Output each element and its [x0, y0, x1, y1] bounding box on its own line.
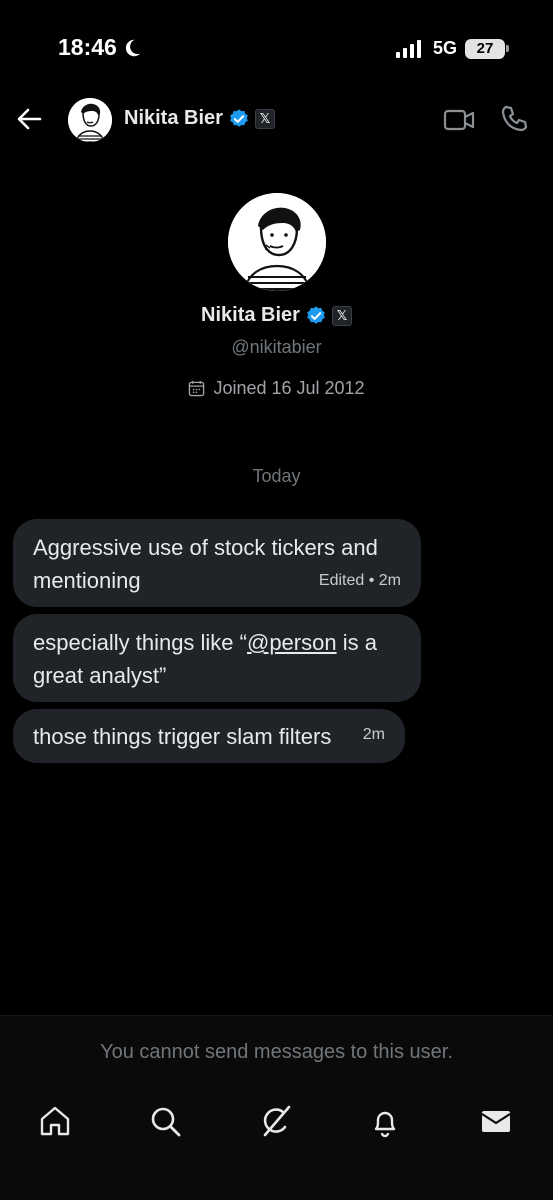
profile-avatar[interactable]: [227, 193, 326, 291]
mention-link[interactable]: @person: [247, 630, 337, 655]
profile-summary: Nikita Bier 𝕏 @nikitabier Joined 16 Jul …: [0, 193, 553, 399]
voice-call-button[interactable]: [500, 104, 528, 134]
status-bar: 18:46 5G 27: [0, 0, 553, 96]
envelope-icon[interactable]: [478, 1103, 514, 1139]
header-name-row[interactable]: Nikita Bier 𝕏: [124, 107, 275, 130]
x-affiliation-badge: 𝕏: [254, 108, 275, 129]
message-text-before: especially things like “: [33, 630, 247, 655]
message-text: those things trigger slam filters: [33, 724, 332, 749]
status-indicators: 5G 27: [395, 38, 509, 59]
bottom-navigation: [0, 1087, 553, 1200]
joined-label: Joined 16 Jul 2012: [213, 378, 365, 398]
battery-icon: 27: [465, 38, 509, 59]
bell-icon[interactable]: [367, 1103, 403, 1139]
clock-label: 18:46: [58, 34, 117, 60]
profile-name: Nikita Bier: [201, 304, 300, 326]
avatar-illustration: [227, 193, 326, 291]
conversation-header: Nikita Bier 𝕏: [0, 90, 553, 150]
message-meta: 2m: [362, 726, 385, 743]
header-name: Nikita Bier: [124, 107, 223, 129]
message-bubble[interactable]: those things trigger slam filters 2m: [13, 709, 405, 763]
avatar-illustration: [68, 98, 112, 142]
message-text: especially things like “@person is a gre…: [33, 630, 377, 688]
search-icon[interactable]: [147, 1103, 183, 1139]
battery-tip: [506, 45, 509, 52]
composer-disabled-notice: You cannot send messages to this user.: [0, 1015, 553, 1088]
x-affiliation-badge: 𝕏: [331, 305, 352, 326]
joined-date: Joined 16 Jul 2012: [0, 378, 553, 399]
video-call-button[interactable]: [443, 106, 475, 134]
profile-name-row: Nikita Bier 𝕏: [0, 304, 553, 327]
grok-icon[interactable]: [258, 1103, 294, 1139]
home-icon[interactable]: [37, 1103, 73, 1139]
message-bubble[interactable]: Aggressive use of stock tickers and ment…: [13, 519, 421, 607]
header-avatar[interactable]: [68, 98, 112, 142]
status-time: 18:46: [58, 34, 143, 61]
date-divider: Today: [252, 466, 301, 486]
verified-badge-icon: [307, 305, 325, 324]
signal-icon: [395, 39, 421, 58]
battery-level: 27: [465, 38, 505, 59]
network-label: 5G: [432, 38, 457, 58]
verified-badge-icon: [230, 108, 248, 127]
moon-icon: [125, 39, 141, 56]
back-button[interactable]: [14, 104, 44, 134]
profile-handle: @nikitabier: [231, 337, 322, 357]
message-bubble[interactable]: especially things like “@person is a gre…: [13, 614, 421, 702]
calendar-icon: [189, 380, 205, 397]
message-meta: Edited • 2m: [318, 572, 401, 589]
